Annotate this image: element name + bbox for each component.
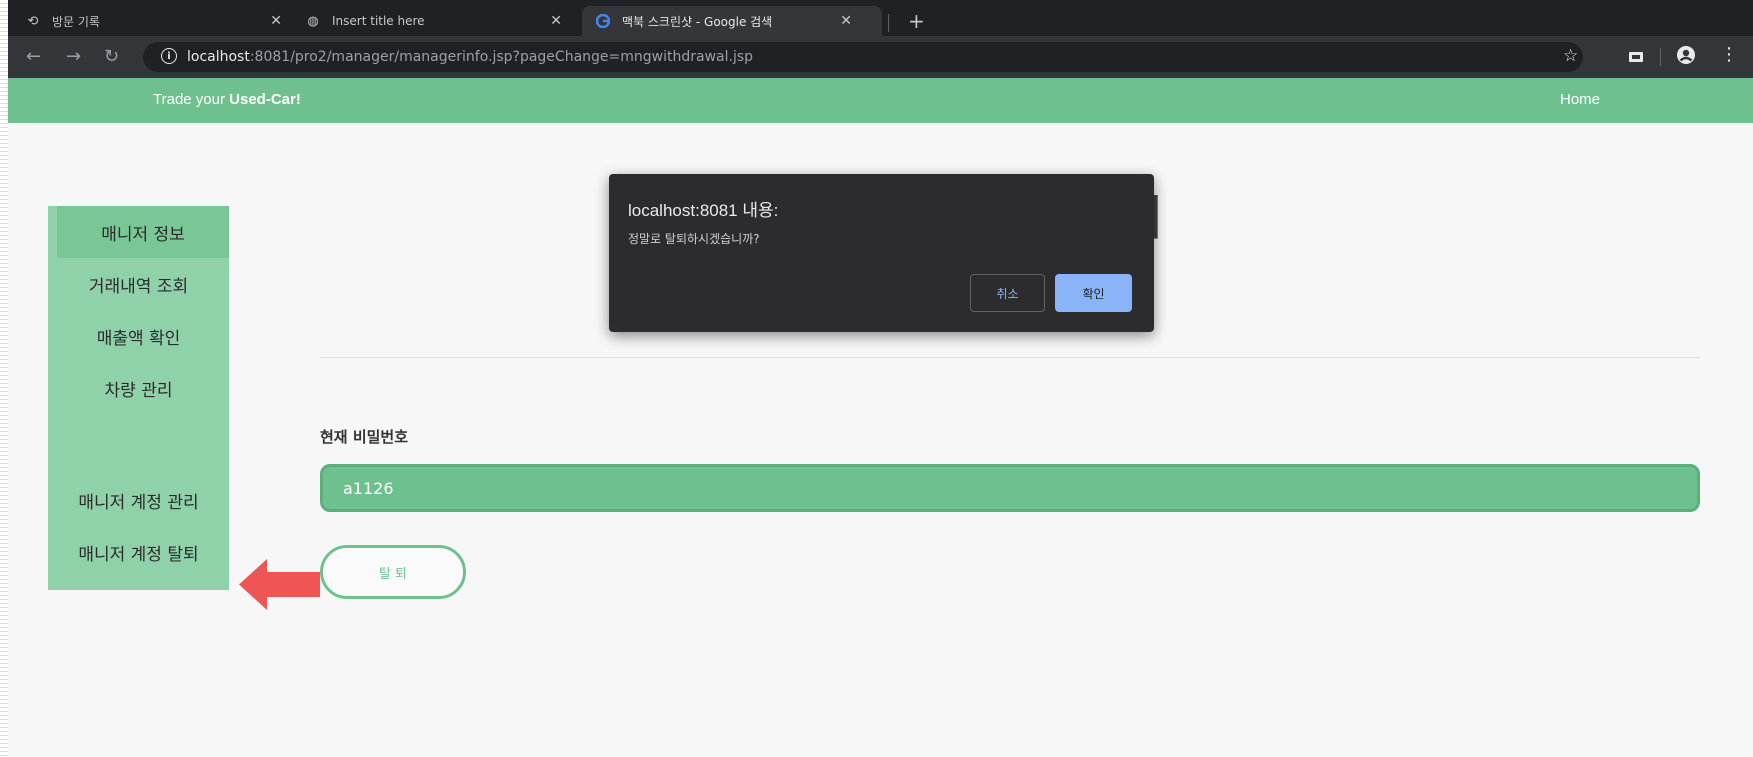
cast-icon[interactable] <box>1628 48 1644 69</box>
withdraw-button[interactable]: 탈 퇴 <box>320 545 466 599</box>
tab-google-search[interactable]: 맥북 스크린샷 - Google 검색 ✕ <box>582 6 882 36</box>
close-icon[interactable]: ✕ <box>550 13 562 29</box>
new-tab-icon[interactable]: + <box>908 9 925 33</box>
tab-separator <box>888 14 889 32</box>
site-navbar: Trade your Used-Car! Home <box>8 78 1753 123</box>
sidebar-item-sales[interactable]: 매출액 확인 <box>48 310 229 362</box>
dialog-cancel-button[interactable]: 취소 <box>970 274 1045 312</box>
menu-kebab-icon[interactable]: ⋮ <box>1720 44 1738 65</box>
sidebar-item-vehicle-management[interactable]: 차량 관리 <box>48 362 229 414</box>
brand-logo-text[interactable]: Trade your Used-Car! <box>153 91 301 108</box>
google-icon <box>596 14 610 28</box>
divider <box>320 357 1700 358</box>
tab-label: 방문 기록 <box>52 14 100 29</box>
profile-icon[interactable] <box>1676 45 1696 70</box>
web-page: Trade your Used-Car! Home 매니저 정보 거래내역 조회… <box>8 78 1753 757</box>
confirm-dialog: localhost:8081 내용: 정말로 탈퇴하시겠습니까? 취소 확인 <box>609 174 1154 332</box>
sidebar-item-account-withdrawal[interactable]: 매니저 계정 탈퇴 <box>48 526 229 578</box>
star-icon[interactable]: ☆ <box>1563 46 1578 66</box>
sidebar-item-transaction-history[interactable]: 거래내역 조회 <box>48 258 229 310</box>
home-link[interactable]: Home <box>1560 91 1600 108</box>
address-bar[interactable]: i localhost:8081/pro2/manager/managerinf… <box>143 42 1583 72</box>
tab-label: 맥북 스크린샷 - Google 검색 <box>622 14 773 29</box>
red-arrow-annotation <box>239 559 320 610</box>
close-icon[interactable]: ✕ <box>840 13 852 29</box>
current-password-input[interactable]: a1126 <box>320 464 1700 512</box>
tab-insert-title[interactable]: ◍ Insert title here ✕ <box>306 6 576 36</box>
toolbar-divider <box>1660 48 1661 66</box>
reload-icon[interactable]: ↻ <box>104 46 119 67</box>
globe-icon: ◍ <box>307 13 319 29</box>
sidebar-item-manager-info[interactable]: 매니저 정보 <box>57 206 229 258</box>
back-icon[interactable]: ← <box>26 46 41 67</box>
tab-history[interactable]: ⟲ 방문 기록 ✕ <box>26 6 296 36</box>
dialog-ok-button[interactable]: 확인 <box>1055 274 1132 312</box>
page-edge <box>0 0 8 757</box>
dialog-title: localhost:8081 내용: <box>628 201 779 220</box>
url-text: localhost:8081/pro2/manager/managerinfo.… <box>187 49 754 65</box>
history-icon: ⟲ <box>27 13 39 29</box>
sidebar-menu: 매니저 정보 거래내역 조회 매출액 확인 차량 관리 매니저 계정 관리 매니… <box>48 206 229 590</box>
browser-toolbar: ← → ↻ i localhost:8081/pro2/manager/mana… <box>8 36 1753 78</box>
sidebar-item-account-management[interactable]: 매니저 계정 관리 <box>48 474 229 526</box>
dialog-message: 정말로 탈퇴하시겠습니까? <box>628 232 760 246</box>
tab-label: Insert title here <box>332 14 425 28</box>
current-password-label: 현재 비밀번호 <box>320 428 409 446</box>
close-icon[interactable]: ✕ <box>270 13 282 29</box>
forward-icon[interactable]: → <box>66 46 81 67</box>
info-icon[interactable]: i <box>161 48 177 64</box>
browser-tab-bar: ⟲ 방문 기록 ✕ ◍ Insert title here ✕ 맥북 스크린샷 … <box>8 0 1753 36</box>
